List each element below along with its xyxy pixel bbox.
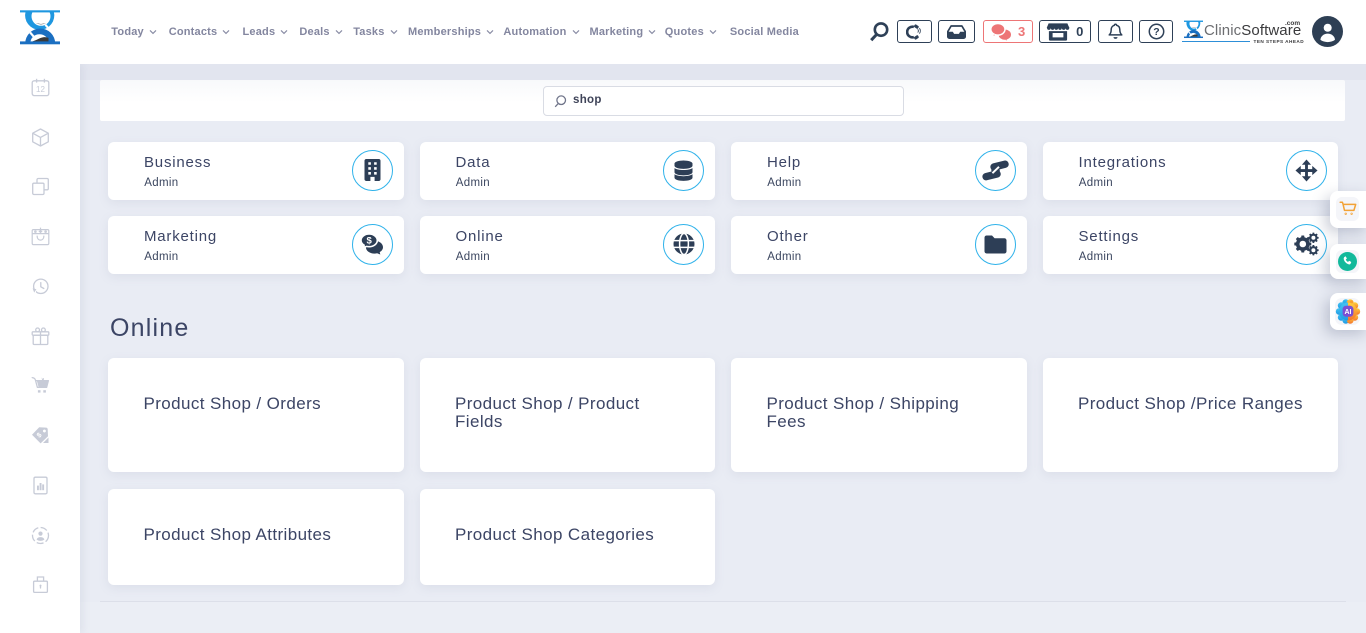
svg-text:?: ?	[1153, 26, 1159, 38]
svg-text:AI: AI	[1344, 309, 1351, 316]
svg-text:12: 12	[36, 84, 45, 93]
svg-text:$: $	[366, 236, 372, 247]
